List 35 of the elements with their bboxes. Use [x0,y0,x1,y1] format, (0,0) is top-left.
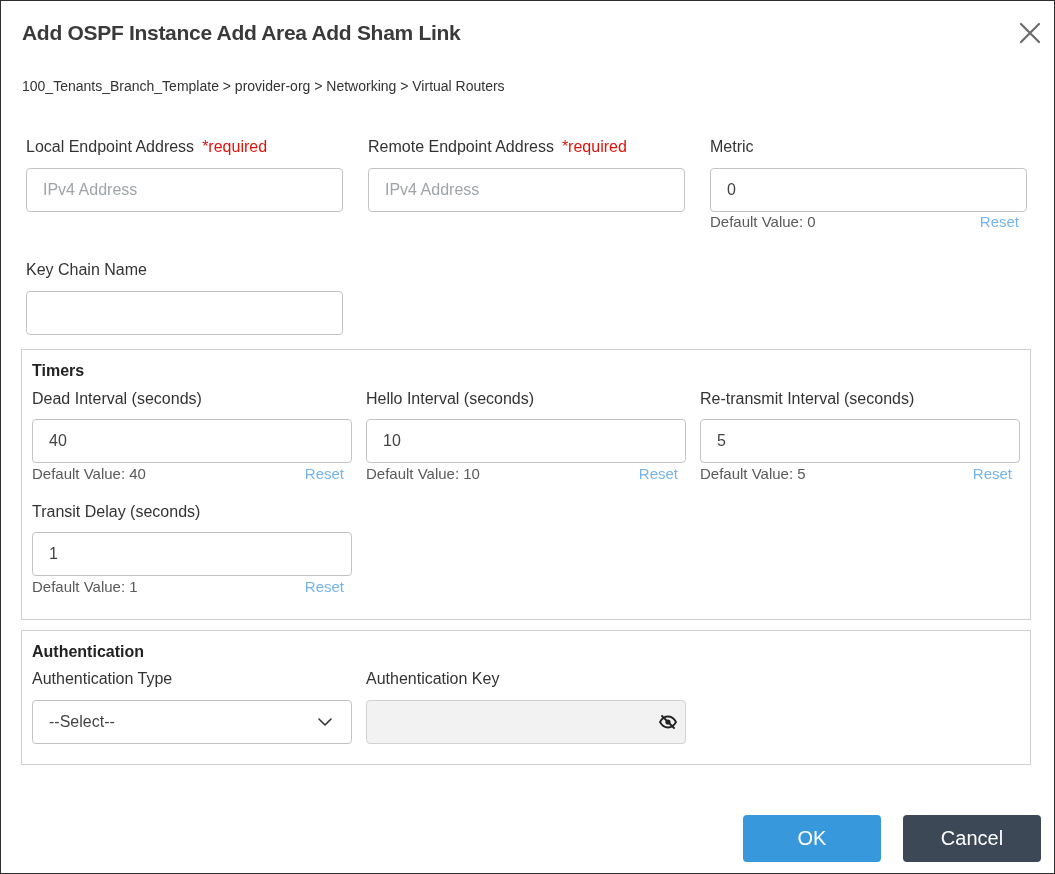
required-label: *required [561,137,627,157]
eye-slash-icon [659,715,677,729]
close-button[interactable] [1019,22,1041,44]
field-label: Metric [710,137,754,157]
default-value-text: Default Value: 40 [32,464,146,484]
default-value-text: Default Value: 0 [710,212,816,232]
close-icon [1019,22,1041,44]
field-label: Hello Interval (seconds) [366,389,535,409]
field-label: Authentication Type [32,669,173,689]
input-field[interactable]: 10 [366,419,686,463]
required-label: *required [202,137,268,157]
chevron-down-icon [318,718,332,726]
field-label: Key Chain Name [26,260,147,280]
field-label: Local Endpoint Address [26,137,195,157]
field-label: Transit Delay (seconds) [32,502,201,522]
dialog-title: Add OSPF Instance Add Area Add Sham Link [22,20,461,46]
input-field[interactable]: 40 [32,419,352,463]
select-dropdown[interactable]: --Select-- [32,700,352,744]
default-value-text: Default Value: 5 [700,464,806,484]
input-field[interactable]: 5 [700,419,1020,463]
field-label: Remote Endpoint Address [368,137,554,157]
field-label: Re-transmit Interval (seconds) [700,389,915,409]
input-field[interactable]: 0 [710,168,1027,212]
field-label: Authentication Key [366,669,500,689]
section-title: Timers [32,361,86,381]
input-field[interactable]: IPv4 Address [368,168,685,212]
field-label: Dead Interval (seconds) [32,389,202,409]
cancel-button[interactable]: Cancel [903,815,1041,862]
input-field[interactable]: 1 [32,532,352,576]
input-field[interactable] [26,291,343,335]
section-title: Authentication [32,642,145,662]
default-value-text: Default Value: 1 [32,577,138,597]
input-field[interactable]: IPv4 Address [26,168,343,212]
breadcrumb-text: 100_Tenants_Branch_Template > provider-org > Networking > Virtual Routers [22,77,506,95]
default-value-text: Default Value: 10 [366,464,480,484]
